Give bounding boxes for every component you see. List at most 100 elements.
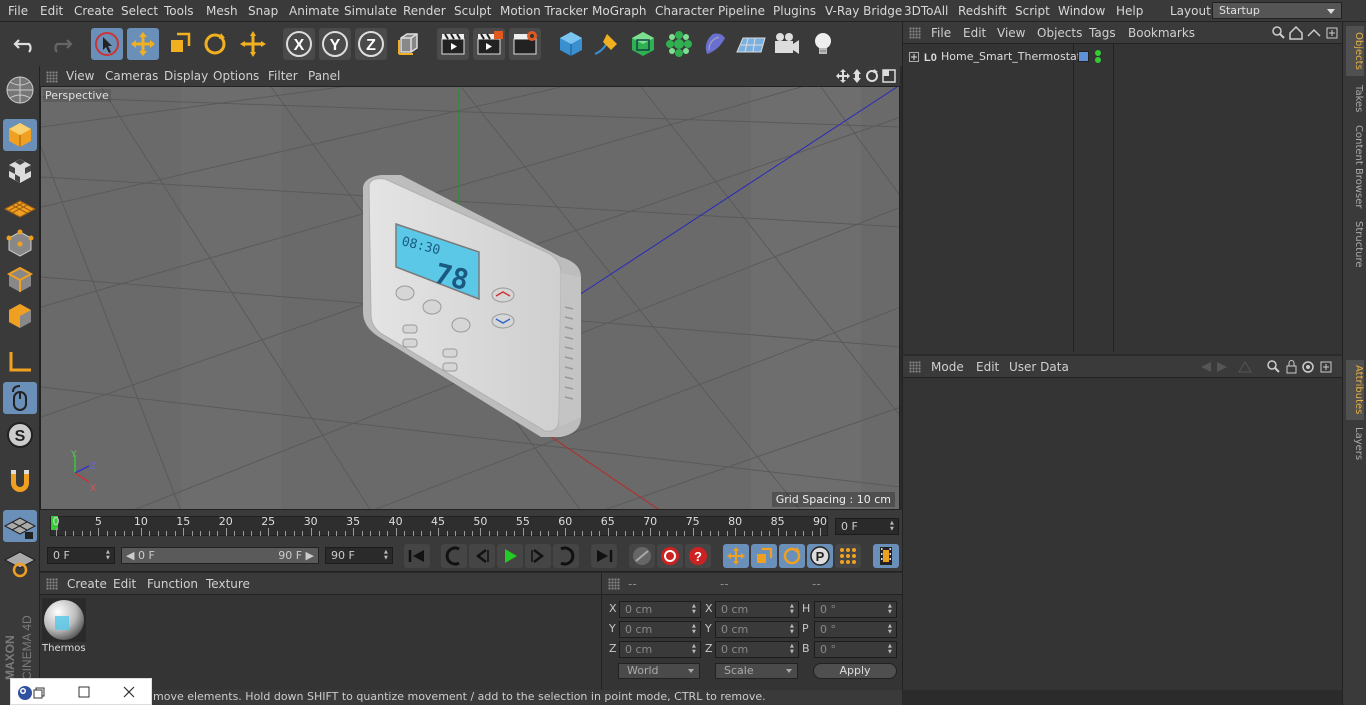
add-cube-button[interactable]	[555, 28, 587, 60]
menu-plugins[interactable]: Plugins	[773, 4, 816, 18]
menu-character[interactable]: Character	[655, 4, 714, 18]
menu-3dtoall[interactable]: 3DToAll	[904, 4, 948, 18]
previous-key-button[interactable]	[441, 544, 467, 568]
scale-tool-button[interactable]	[163, 28, 195, 60]
edge-mode-button[interactable]	[3, 264, 37, 296]
autokeying-button[interactable]	[629, 544, 655, 568]
objmgr-menu-file[interactable]: File	[931, 26, 951, 40]
viewport-menu-options[interactable]: Options	[213, 69, 259, 83]
menu-motion-tracker[interactable]: Motion Tracker	[500, 4, 588, 18]
zoom-view-icon[interactable]	[853, 69, 861, 83]
menu-edit[interactable]: Edit	[40, 4, 63, 18]
editor-visibility-dot[interactable]	[1095, 50, 1101, 56]
attr-new-window-icon[interactable]	[1320, 361, 1332, 373]
menu-select[interactable]: Select	[121, 4, 158, 18]
polygon-mode-button[interactable]	[3, 300, 37, 332]
pos-z-field[interactable]: 0 cm	[619, 641, 701, 658]
expand-icon[interactable]	[909, 52, 919, 62]
tab-attributes[interactable]: Attributes	[1346, 360, 1364, 420]
cinema4d-app-icon[interactable]	[17, 685, 33, 701]
rot-h-field[interactable]: 0 °	[814, 601, 897, 618]
key-pla-button[interactable]	[835, 544, 861, 568]
menu-vray-bridge[interactable]: V-Ray Bridge	[825, 4, 902, 18]
size-mode-dropdown[interactable]: Scale	[715, 663, 798, 679]
search-icon[interactable]	[1272, 26, 1285, 39]
go-to-start-button[interactable]	[404, 544, 430, 568]
size-z-field[interactable]: 0 cm	[715, 641, 799, 658]
texture-mode-button[interactable]	[3, 155, 37, 187]
menu-animate[interactable]: Animate	[289, 4, 339, 18]
layout-dropdown[interactable]: Startup	[1212, 2, 1342, 19]
point-mode-button[interactable]	[3, 228, 37, 260]
material-menu-create[interactable]: Create	[67, 577, 107, 591]
transform-tool-button[interactable]	[237, 28, 269, 60]
menu-help[interactable]: Help	[1116, 4, 1143, 18]
menu-tools[interactable]: Tools	[164, 4, 194, 18]
y-axis-lock-button[interactable]: Y	[319, 28, 351, 60]
forward-arrow-icon[interactable]	[1217, 362, 1227, 372]
magnet-tool-button[interactable]	[3, 465, 37, 497]
frame-range-slider[interactable]: ◀ 0 F 90 F ▶	[121, 547, 319, 564]
rotate-tool-button[interactable]	[199, 28, 231, 60]
perspective-viewport[interactable]: 08:30 78 Y Z X Perspective Grid Spacing …	[40, 86, 900, 510]
menu-mesh[interactable]: Mesh	[206, 4, 238, 18]
up-arrow-icon[interactable]	[1238, 361, 1252, 373]
undo-button[interactable]	[9, 28, 41, 60]
timeline-ruler[interactable]: 0 5 10 15 20 25 30 35 40 45 50 55 60 65 70 75 80 85 90 0 F	[40, 510, 902, 540]
model-mode-button[interactable]	[3, 119, 37, 151]
current-frame-field[interactable]: 0 F	[835, 518, 899, 535]
camera-button[interactable]	[771, 28, 803, 60]
material-swatch[interactable]: Thermos	[42, 598, 86, 656]
viewport-menu-cameras[interactable]: Cameras	[105, 69, 158, 83]
object-row[interactable]: L0 Home_Smart_Thermostat	[903, 48, 1343, 66]
home-icon[interactable]	[1289, 26, 1303, 40]
pos-y-field[interactable]: 0 cm	[619, 621, 701, 638]
live-selection-button[interactable]	[91, 28, 123, 60]
lock-icon[interactable]	[1286, 360, 1297, 374]
object-manager-grip-icon[interactable]	[909, 27, 921, 39]
render-to-picture-viewer-button[interactable]	[473, 28, 505, 60]
restore-window-icon[interactable]	[33, 687, 45, 699]
objmgr-menu-tags[interactable]: Tags	[1089, 26, 1116, 40]
viewport-menu-display[interactable]: Display	[164, 69, 208, 83]
objmgr-menu-objects[interactable]: Objects	[1037, 26, 1082, 40]
viewport-nav-icons[interactable]	[836, 68, 898, 84]
menu-script[interactable]: Script	[1015, 4, 1050, 18]
tab-layers[interactable]: Layers	[1346, 424, 1364, 464]
maximize-window-icon[interactable]	[78, 686, 90, 698]
menu-sculpt[interactable]: Sculpt	[454, 4, 491, 18]
tab-structure[interactable]: Structure	[1346, 216, 1364, 272]
objmgr-menu-view[interactable]: View	[997, 26, 1025, 40]
render-view-button[interactable]	[437, 28, 469, 60]
next-key-button[interactable]	[553, 544, 579, 568]
menu-window[interactable]: Window	[1058, 4, 1105, 18]
attrmgr-menu-edit[interactable]: Edit	[976, 360, 999, 374]
material-menu-texture[interactable]: Texture	[206, 577, 250, 591]
cloner-button[interactable]	[663, 28, 695, 60]
deformer-button[interactable]	[699, 28, 731, 60]
key-parameter-button[interactable]: P	[807, 544, 833, 568]
viewport-grip-icon[interactable]	[46, 71, 58, 83]
coordinates-grip-icon[interactable]	[608, 578, 620, 590]
objmgr-menu-bookmarks[interactable]: Bookmarks	[1128, 26, 1195, 40]
move-tool-button[interactable]	[127, 28, 159, 60]
maximize-view-icon[interactable]	[882, 69, 896, 83]
end-frame-field[interactable]: 90 F	[325, 547, 393, 564]
menu-mograph[interactable]: MoGraph	[592, 4, 647, 18]
back-arrow-icon[interactable]	[1201, 362, 1211, 372]
rot-p-field[interactable]: 0 °	[814, 621, 897, 638]
attr-search-icon[interactable]	[1267, 360, 1280, 373]
key-scale-button[interactable]	[751, 544, 777, 568]
keyframe-selection-button[interactable]: ?	[685, 544, 711, 568]
make-editable-button[interactable]	[3, 74, 37, 106]
key-position-button[interactable]	[723, 544, 749, 568]
previous-frame-button[interactable]	[469, 544, 495, 568]
menu-simulate[interactable]: Simulate	[344, 4, 397, 18]
menu-pipeline[interactable]: Pipeline	[718, 4, 765, 18]
material-menu-edit[interactable]: Edit	[113, 577, 136, 591]
viewport-menu-view[interactable]: View	[66, 69, 94, 83]
object-name[interactable]: Home_Smart_Thermostat	[941, 50, 1081, 63]
timeline-window-button[interactable]	[873, 544, 899, 568]
tab-objects[interactable]: Objects	[1346, 26, 1364, 76]
render-visibility-dot[interactable]	[1095, 57, 1101, 63]
